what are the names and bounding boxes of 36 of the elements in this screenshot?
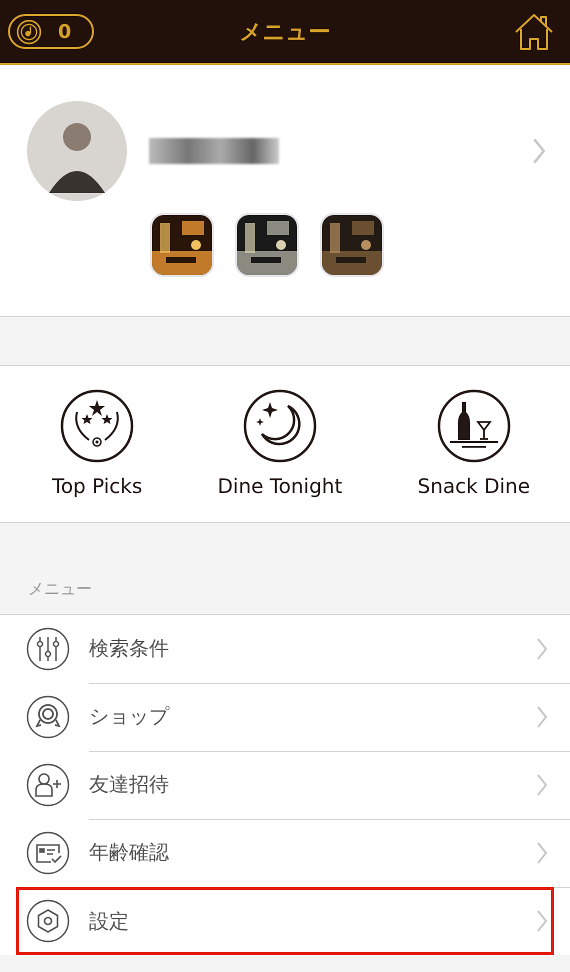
laurel-stars-icon (59, 388, 136, 464)
home-icon[interactable] (514, 12, 554, 50)
category-tile[interactable]: Snack Dine (418, 366, 530, 522)
avatar[interactable] (27, 101, 127, 201)
menu-item[interactable]: 友達招待 (0, 751, 570, 819)
coin-icon (16, 18, 42, 44)
id-card-icon (26, 831, 70, 875)
chevron-right-icon (536, 636, 548, 660)
sliders-icon (26, 627, 70, 671)
points-badge[interactable]: 0 (8, 14, 94, 49)
menu-label: 年齢確認 (89, 839, 169, 866)
chevron-right-icon (536, 840, 548, 864)
medal-icon (26, 695, 70, 739)
menu-item[interactable]: 設定 (16, 887, 554, 955)
menu-item[interactable]: 検索条件 (0, 615, 570, 683)
menu-item[interactable]: 年齢確認 (0, 819, 570, 887)
section-heading: メニュー (28, 579, 92, 600)
settings-icon (26, 899, 70, 943)
category-label: Snack Dine (418, 474, 530, 498)
menu-item[interactable]: ショップ (0, 683, 570, 751)
category-label: Dine Tonight (218, 474, 342, 498)
chevron-right-icon (536, 704, 548, 728)
category-label: Top Picks (52, 474, 142, 498)
chevron-right-icon (536, 909, 548, 933)
menu-label: 設定 (89, 908, 129, 934)
category-tile[interactable]: Top Picks (52, 366, 142, 522)
add-person-icon (26, 763, 70, 807)
points-count: 0 (58, 20, 72, 42)
category-tile[interactable]: Dine Tonight (218, 366, 342, 522)
menu-label: ショップ (89, 703, 169, 730)
menu-label: 友達招待 (89, 771, 169, 798)
screen-title: メニュー (240, 18, 330, 46)
bottle-glass-icon (436, 388, 512, 464)
moon-stars-icon (242, 388, 318, 464)
menu-label: 検索条件 (89, 635, 169, 662)
chevron-right-icon (536, 772, 548, 796)
